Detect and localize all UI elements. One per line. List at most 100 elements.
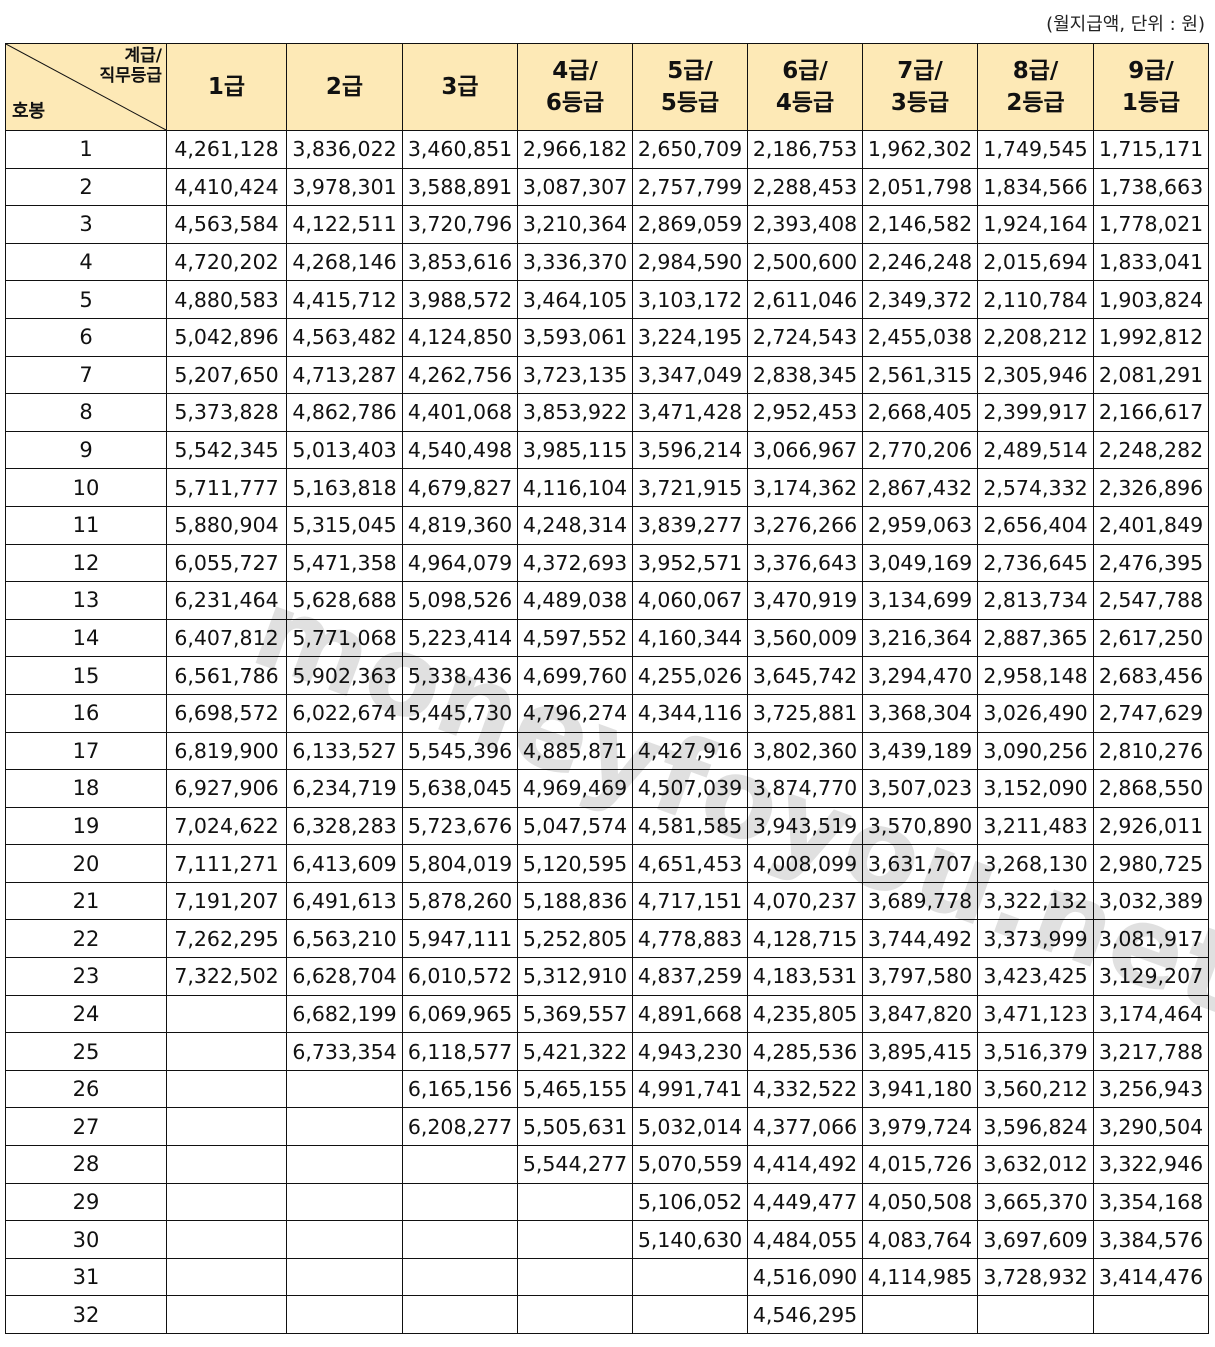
salary-cell: 4,597,552 [517, 618, 633, 658]
step-cell: 20 [5, 844, 167, 883]
table-row: 20 7,111,271 6,413,609 5,804,019 5,120,595 4,… [5, 844, 1209, 883]
salary-cell: 3,988,572 [402, 280, 518, 319]
table-row: 25 6,733,354 6,118,577 5,421,322 4,943,230 4,… [5, 1032, 1209, 1071]
salary-cell: 4,160,344 [632, 618, 748, 658]
salary-cell: 4,969,469 [517, 769, 633, 808]
table-row: 22 7,262,295 6,563,210 5,947,111 5,252,805 4,… [5, 919, 1209, 959]
step-cell: 8 [5, 393, 167, 432]
column-header: 4급/6등급 [517, 43, 633, 131]
step-cell: 15 [5, 656, 167, 695]
salary-cell: 3,744,492 [862, 919, 978, 959]
salary-cell: 2,326,896 [1093, 468, 1209, 507]
salary-cell: 4,050,508 [862, 1182, 978, 1222]
salary-cell: 2,146,582 [862, 205, 978, 244]
salary-cell: 1,749,545 [977, 130, 1094, 169]
salary-cell: 2,401,849 [1093, 505, 1209, 545]
salary-cell: 5,465,155 [517, 1069, 633, 1109]
salary-cell: 6,010,572 [402, 957, 518, 996]
salary-cell: 3,256,943 [1093, 1069, 1209, 1109]
salary-cell: 4,344,116 [632, 693, 748, 733]
salary-cell: 3,979,724 [862, 1107, 978, 1147]
salary-cell: 5,902,363 [286, 656, 403, 695]
salary-cell: 5,771,068 [286, 618, 403, 658]
salary-cell: 4,414,492 [747, 1145, 863, 1184]
salary-cell: 4,083,764 [862, 1220, 978, 1259]
salary-cell [402, 1257, 518, 1297]
salary-cell: 2,110,784 [977, 280, 1094, 319]
salary-cell: 2,248,282 [1093, 430, 1209, 470]
salary-cell [166, 1032, 287, 1071]
salary-cell: 4,235,805 [747, 994, 863, 1034]
salary-cell: 2,926,011 [1093, 806, 1209, 846]
column-header: 3급 [402, 43, 518, 131]
salary-cell: 3,697,609 [977, 1220, 1094, 1259]
table-row: 28 5,544,277 5,070,559 4,414,492 4,015,726 3,… [5, 1145, 1209, 1184]
salary-cell: 6,682,199 [286, 994, 403, 1034]
salary-cell: 3,066,967 [747, 430, 863, 470]
salary-cell: 6,069,965 [402, 994, 518, 1034]
salary-cell: 2,810,276 [1093, 731, 1209, 771]
table-row: 13 6,231,464 5,628,688 5,098,526 4,489,038 4,… [5, 581, 1209, 620]
salary-cell: 3,728,932 [977, 1257, 1094, 1297]
salary-cell: 2,959,063 [862, 505, 978, 545]
table-row: 9 5,542,345 5,013,403 4,540,498 3,985,115 3,5… [5, 430, 1209, 470]
salary-cell: 5,188,836 [517, 881, 633, 921]
salary-cell: 6,208,277 [402, 1107, 518, 1147]
salary-cell: 1,834,566 [977, 167, 1094, 207]
salary-cell: 3,978,301 [286, 167, 403, 207]
salary-cell: 2,455,038 [862, 317, 978, 357]
salary-cell: 3,439,189 [862, 731, 978, 771]
salary-cell: 3,049,169 [862, 543, 978, 583]
salary-cell: 2,980,725 [1093, 844, 1209, 883]
salary-cell: 2,500,600 [747, 242, 863, 282]
salary-cell: 4,819,360 [402, 505, 518, 545]
step-cell: 27 [5, 1107, 167, 1147]
salary-cell [517, 1220, 633, 1259]
table-row: 11 5,880,904 5,315,045 4,819,360 4,248,314 3,… [5, 505, 1209, 545]
salary-cell: 3,460,851 [402, 130, 518, 169]
salary-cell: 7,024,622 [166, 806, 287, 846]
salary-cell: 2,770,206 [862, 430, 978, 470]
salary-cell: 2,984,590 [632, 242, 748, 282]
salary-cell: 3,952,571 [632, 543, 748, 583]
salary-cell: 3,464,105 [517, 280, 633, 319]
table-row: 10 5,711,777 5,163,818 4,679,827 4,116,104 3,… [5, 468, 1209, 507]
salary-cell: 2,166,617 [1093, 393, 1209, 432]
column-header: 8급/2등급 [977, 43, 1094, 131]
salary-cell: 5,804,019 [402, 844, 518, 883]
salary-cell: 4,268,146 [286, 242, 403, 282]
salary-cell: 4,015,726 [862, 1145, 978, 1184]
salary-cell: 6,698,572 [166, 693, 287, 733]
salary-cell: 3,414,476 [1093, 1257, 1209, 1297]
salary-cell: 2,869,059 [632, 205, 748, 244]
salary-cell: 5,070,559 [632, 1145, 748, 1184]
salary-cell: 1,924,164 [977, 205, 1094, 244]
salary-cell: 5,445,730 [402, 693, 518, 733]
salary-cell: 1,738,663 [1093, 167, 1209, 207]
step-cell: 9 [5, 430, 167, 470]
salary-cell: 3,723,135 [517, 355, 633, 395]
salary-cell: 7,111,271 [166, 844, 287, 883]
salary-cell: 3,471,123 [977, 994, 1094, 1034]
salary-cell: 1,962,302 [862, 130, 978, 169]
salary-cell: 6,819,900 [166, 731, 287, 771]
column-header: 1급 [166, 43, 287, 131]
salary-cell: 2,574,332 [977, 468, 1094, 507]
salary-cell: 3,560,212 [977, 1069, 1094, 1109]
step-cell: 23 [5, 957, 167, 996]
salary-cell: 2,489,514 [977, 430, 1094, 470]
column-header-grade: 3급 [441, 73, 479, 100]
salary-cell: 6,413,609 [286, 844, 403, 883]
salary-cell: 3,211,483 [977, 806, 1094, 846]
salary-cell [286, 1257, 403, 1297]
salary-cell: 2,617,250 [1093, 618, 1209, 658]
salary-cell: 3,689,778 [862, 881, 978, 921]
salary-cell: 4,507,039 [632, 769, 748, 808]
salary-cell: 2,399,917 [977, 393, 1094, 432]
salary-cell: 5,223,414 [402, 618, 518, 658]
step-cell: 19 [5, 806, 167, 846]
salary-cell: 3,376,643 [747, 543, 863, 583]
salary-cell: 3,134,699 [862, 581, 978, 620]
salary-cell: 2,838,345 [747, 355, 863, 395]
column-header: 9급/1등급 [1093, 43, 1209, 131]
